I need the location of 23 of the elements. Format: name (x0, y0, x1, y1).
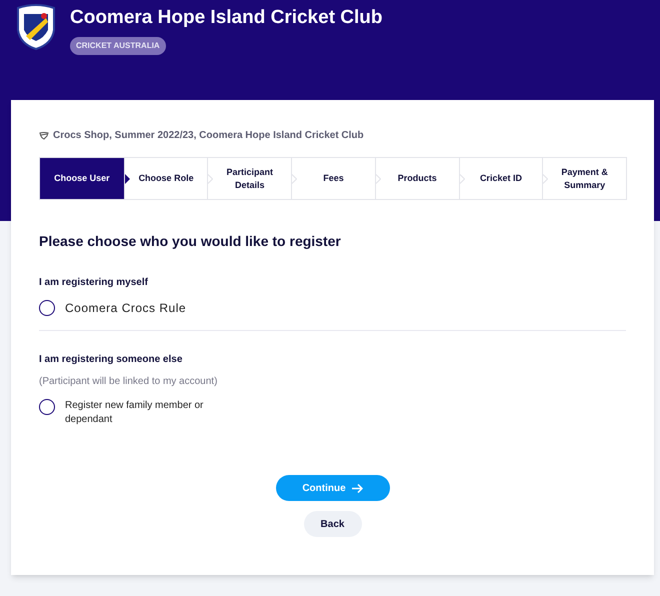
chevron-icon (292, 174, 298, 184)
step-tab[interactable]: Cricket ID (458, 158, 542, 199)
shield-icon (39, 132, 49, 140)
back-button[interactable]: Back (304, 511, 362, 537)
option-label: Coomera Crocs Rule (65, 300, 186, 316)
step-tab[interactable]: Choose Role (124, 158, 208, 199)
page-heading: Please choose who you would like to register (39, 232, 342, 251)
chevron-icon (208, 174, 214, 184)
club-title: Coomera Hope Island Cricket Club (70, 7, 383, 29)
chevron-icon (124, 174, 130, 184)
group-label: I am registering myself (39, 276, 149, 290)
radio-button[interactable] (39, 300, 55, 316)
group-label: I am registering someone else (39, 353, 184, 367)
arrow-right-icon (352, 484, 363, 492)
breadcrumb: Crocs Shop, Summer 2022/23, Coomera Hope Island Cricket Club (53, 129, 364, 143)
group-note: (Participant will be linked to my account) (39, 375, 218, 389)
chevron-icon (376, 174, 381, 184)
option-label: Register new family member or dependant (65, 399, 204, 427)
chevron-icon (543, 174, 548, 184)
step-tab[interactable]: Choose User (40, 158, 124, 199)
badge: CRICKET AUSTRALIA (70, 37, 166, 55)
radio-button[interactable] (39, 399, 55, 415)
chevron-icon (460, 174, 465, 184)
